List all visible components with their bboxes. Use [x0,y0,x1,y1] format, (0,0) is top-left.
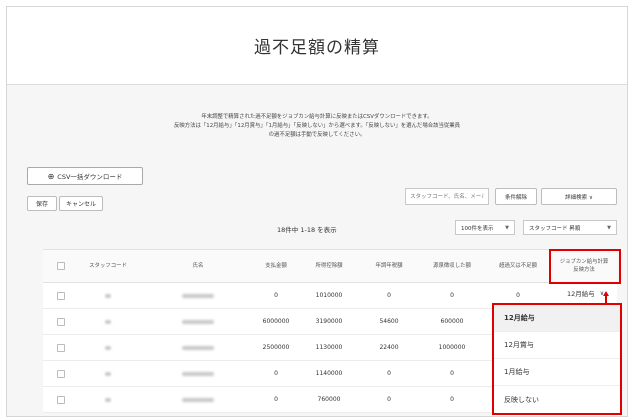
reflect-method-select[interactable]: 12月給与 ∨ [567,286,604,300]
cell-tax: 22400 [379,343,399,351]
title-bar: 過不足額の精算 [7,7,627,85]
cell-deduction: 1010000 [315,291,343,299]
per-page-select[interactable]: 100件を表示 ▼ [455,220,515,235]
sort-select[interactable]: スタッフコード 昇順 ▼ [523,220,617,235]
csv-download-button[interactable]: ⊕ CSV一括ダウンロード [27,167,143,185]
redacted-staff-code [105,371,111,376]
reflect-method-value: 12月給与 [567,290,595,298]
row-checkbox[interactable] [57,317,65,326]
cell-deduction: 1130000 [315,343,343,351]
advanced-search-button[interactable]: 詳細検索 ∨ [541,188,617,205]
description-line-2: 反映方法は「12月給与」「12月賞与」「1月給与」「反映しない」から選べます。「… [173,123,461,129]
cell-paid: 0 [274,395,278,403]
description-line-3: の過不足額は手動で反映してください。 [268,132,366,138]
cell-paid: 0 [274,291,278,299]
app-frame: 過不足額の精算 年末調整で精算された過不足額をジョブカン給与計算に反映またはCS… [6,6,628,417]
header-highlight-box [549,249,621,284]
header-paid[interactable]: 支払金額 [253,250,299,282]
result-count: 18件中 1-18 を表示 [277,226,337,234]
option-december-salary[interactable]: 12月給与 [494,305,620,332]
redacted-staff-code [105,319,111,324]
sort-value: スタッフコード 昇順 [529,225,581,232]
redacted-staff-code [105,345,111,350]
redacted-staff-code [105,293,111,298]
page-description: 年末調整で精算された過不足額をジョブカン給与計算に反映またはCSVダウンロードで… [7,113,627,140]
cell-tax: 0 [387,291,391,299]
cell-tax: 0 [387,369,391,377]
select-all-checkbox[interactable] [57,262,65,270]
download-icon: ⊕ [47,171,55,181]
row-checkbox[interactable] [57,343,65,352]
caret-down-icon: ▼ [607,224,611,231]
redacted-name [182,293,214,298]
cell-withheld: 1000000 [438,343,466,351]
cell-paid: 6000000 [262,317,290,325]
option-january-salary[interactable]: 1月給与 [494,359,620,386]
header-diff[interactable]: 超過又は不足額 [485,250,551,282]
table-header: スタッフコード 氏名 支払金額 所得控除額 年調年税額 源泉徴収した額 超過又は… [43,249,617,283]
header-name[interactable]: 氏名 [143,250,253,282]
cell-withheld: 600000 [440,317,464,325]
option-december-bonus[interactable]: 12月賞与 [494,332,620,359]
cell-tax: 0 [387,395,391,403]
row-checkbox[interactable] [57,369,65,378]
header-annual-tax[interactable]: 年調年税額 [359,250,419,282]
clear-filter-button[interactable]: 条件解除 [495,188,537,205]
reflect-method-dropdown: 12月給与 12月賞与 1月給与 反映しない [492,303,622,415]
cell-paid: 0 [274,369,278,377]
cell-deduction: 760000 [317,395,341,403]
cancel-button[interactable]: キャンセル [59,196,103,211]
csv-download-label: CSV一括ダウンロード [57,173,123,181]
redacted-name [182,371,214,376]
cell-paid: 2500000 [262,343,290,351]
search-input[interactable] [405,188,489,205]
arrow-stem [605,295,607,303]
header-deduction[interactable]: 所得控除額 [299,250,359,282]
cell-withheld: 0 [450,369,454,377]
option-no-reflect[interactable]: 反映しない [494,386,620,413]
redacted-name [182,397,214,402]
description-line-1: 年末調整で精算された過不足額をジョブカン給与計算に反映またはCSVダウンロードで… [201,114,433,120]
cell-withheld: 0 [450,291,454,299]
cell-deduction: 3190000 [315,317,343,325]
row-checkbox[interactable] [57,395,65,404]
redacted-name [182,319,214,324]
cell-tax: 54600 [379,317,399,325]
caret-down-icon: ▼ [505,224,509,231]
save-button[interactable]: 保存 [27,196,57,211]
page-title: 過不足額の精算 [254,38,380,58]
redacted-name [182,345,214,350]
cell-withheld: 0 [450,395,454,403]
header-withheld[interactable]: 源泉徴収した額 [419,250,485,282]
cell-deduction: 1140000 [315,369,343,377]
redacted-staff-code [105,397,111,402]
header-staff-code[interactable]: スタッフコード [73,250,143,282]
per-page-value: 100件を表示 [461,225,494,232]
row-checkbox[interactable] [57,291,65,300]
